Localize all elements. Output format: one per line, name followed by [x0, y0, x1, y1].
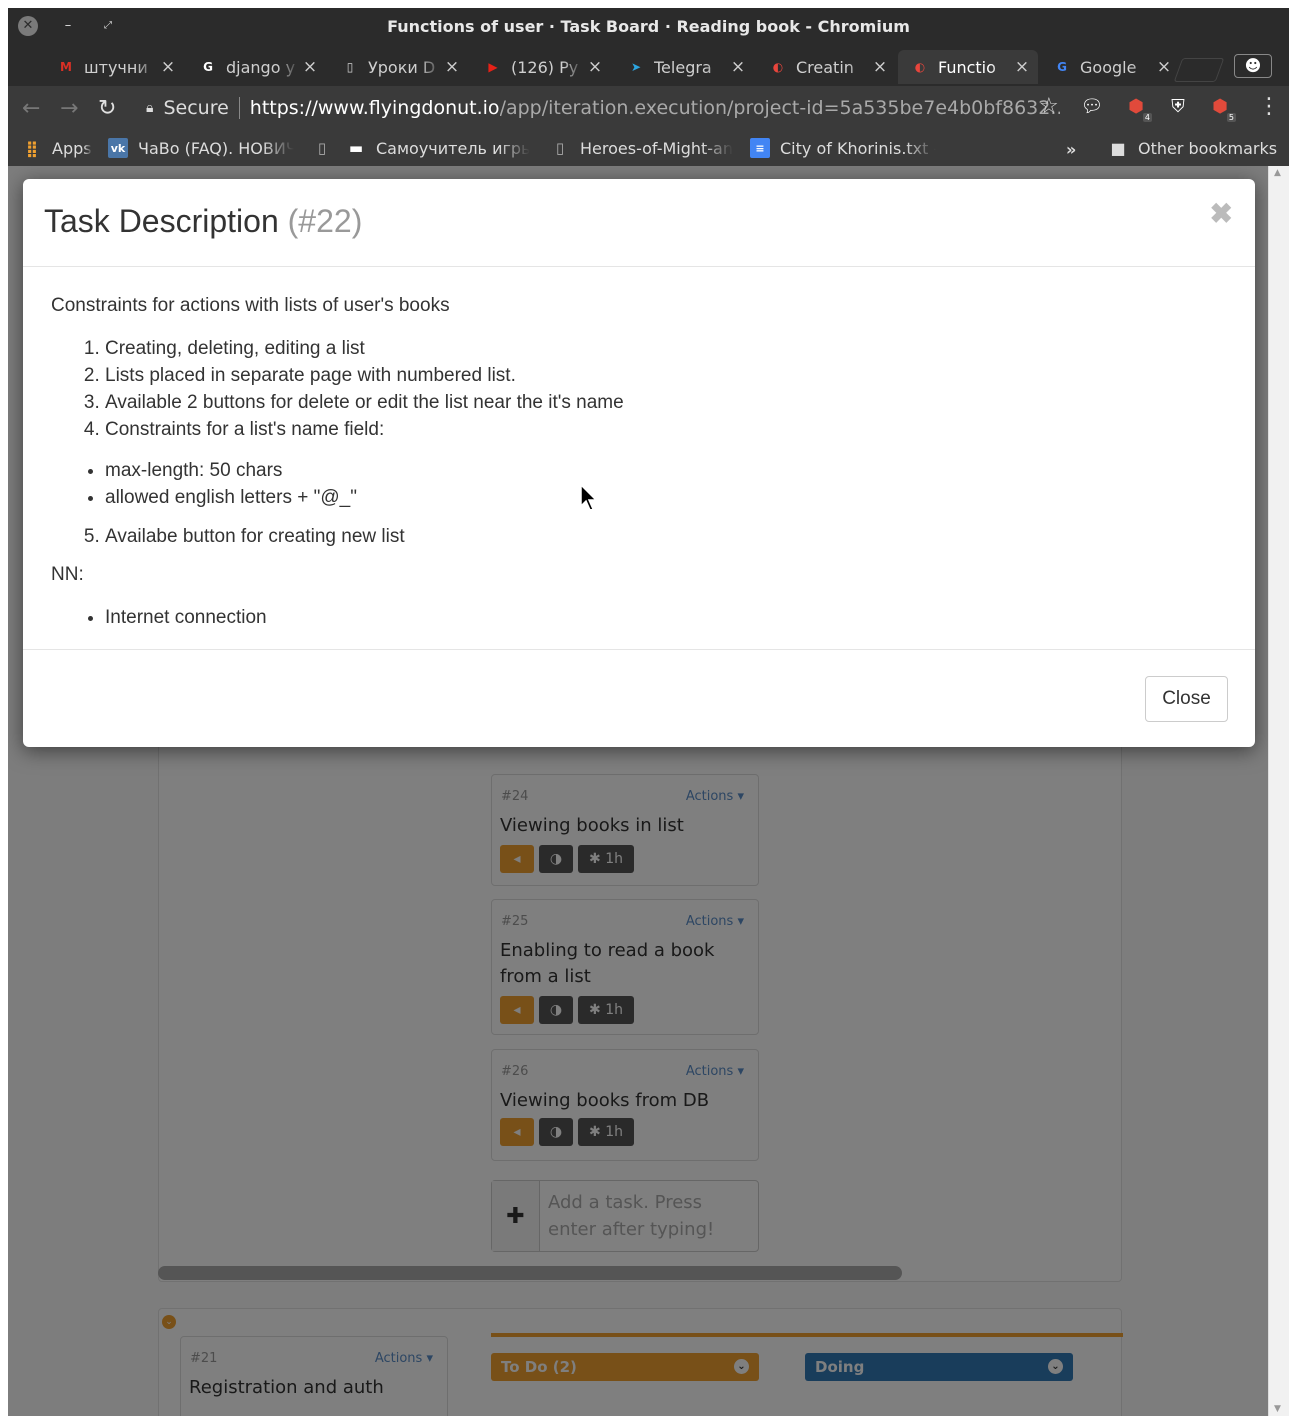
bookmarks-bar: ⣿ Apps vk ЧаВо (FAQ). НОВИЧ ▯ ▬ Самоучит…: [8, 130, 1289, 166]
close-icon[interactable]: ✖: [1210, 197, 1233, 230]
list-item: Internet connection: [105, 604, 1231, 631]
folder-icon: ■: [1110, 138, 1126, 158]
vk-icon: vk: [108, 138, 128, 158]
tab-close-icon[interactable]: ×: [1154, 57, 1174, 77]
bookmark-faq[interactable]: vk ЧаВо (FAQ). НОВИЧ: [108, 136, 294, 160]
telegram-icon: ➤: [630, 60, 642, 74]
tab-label: Уроки D: [368, 57, 436, 77]
new-tab-button[interactable]: [1173, 58, 1225, 82]
youtube-icon: ▶: [488, 60, 498, 74]
tab[interactable]: G Google ×: [1040, 50, 1180, 84]
google-translate-icon: G: [1057, 60, 1067, 74]
title-bar: ✕ – ⤢ Functions of user · Task Board · R…: [8, 8, 1289, 46]
browser-toolbar: ← → ↻ 🔒︎ Secure https://www.flyingdonut.…: [8, 86, 1289, 130]
shield-extension-icon[interactable]: ⛨: [1166, 96, 1190, 120]
task-number: (#22): [287, 203, 363, 239]
browser-chrome: ✕ – ⤢ Functions of user · Task Board · R…: [8, 8, 1289, 166]
scroll-up-icon[interactable]: ▲: [1274, 168, 1281, 178]
list-item: allowed english letters + "@_": [105, 484, 1231, 511]
reload-icon[interactable]: ↻: [98, 96, 116, 121]
page-icon: ▯: [317, 139, 327, 157]
tab-close-icon[interactable]: ×: [300, 57, 320, 77]
bookmark-star-icon[interactable]: ☆: [1039, 94, 1059, 119]
bookmark-heroes[interactable]: ▯ Heroes-of-Might-an: [550, 136, 733, 160]
tab-label: (126) Py: [511, 57, 579, 77]
modal-title: Task Description (#22): [44, 203, 363, 239]
modal-footer: Close: [23, 649, 1255, 747]
bookmark-tutorial[interactable]: ▬ Самоучитель игры: [346, 136, 530, 160]
ublock-extension-icon[interactable]: ⬢ 5: [1208, 96, 1236, 122]
list-item: Creating, deleting, editing a list: [105, 335, 1231, 362]
tab-label: django у: [226, 57, 296, 77]
vertical-scrollbar[interactable]: ▲ ▼: [1268, 166, 1289, 1416]
chat-extension-icon[interactable]: 💬︎: [1080, 96, 1104, 120]
page-icon: ▯: [555, 139, 565, 157]
forward-arrow-icon[interactable]: →: [60, 96, 78, 121]
apps-grid-icon: ⣿: [25, 138, 39, 158]
list-item: Lists placed in separate page with numbe…: [105, 362, 1231, 389]
page-icon: ▯: [346, 60, 354, 74]
constraints-list-continued: Availabe button for creating new list: [51, 523, 1231, 550]
list-item: max-length: 50 chars: [105, 457, 1231, 484]
description-intro: Constraints for actions with lists of us…: [51, 295, 450, 316]
bookmark-apps[interactable]: ⣿ Apps: [22, 136, 92, 160]
doc-icon: ≡: [750, 138, 770, 158]
tab[interactable]: ▶ (126) Py ×: [471, 50, 611, 84]
modal-body: Constraints for actions with lists of us…: [51, 295, 1231, 643]
nn-label: NN:: [51, 564, 84, 585]
tab-close-icon[interactable]: ×: [870, 57, 890, 77]
list-item: Available 2 buttons for delete or edit t…: [105, 389, 1231, 416]
list-item: Constraints for a list's name field:: [105, 416, 1231, 443]
close-button[interactable]: Close: [1145, 676, 1228, 722]
tab-close-icon[interactable]: ×: [158, 57, 178, 77]
tab[interactable]: ➤ Telegra ×: [614, 50, 754, 84]
tab[interactable]: ◐ Functio ×: [898, 50, 1038, 84]
task-board-page: #24 Actions ▾ Viewing books in list ◂ ◑ …: [8, 166, 1268, 1416]
secure-label: Secure: [163, 97, 229, 119]
tab[interactable]: Gdjango у ×: [186, 50, 326, 84]
modal-header: Task Description (#22) ✖: [23, 179, 1255, 267]
flyingdonut-icon: ◐: [772, 60, 784, 74]
tab-close-icon[interactable]: ×: [1012, 57, 1032, 77]
tab[interactable]: ◐ Creatin ×: [756, 50, 896, 84]
menu-kebab-icon[interactable]: ⋮: [1258, 94, 1280, 119]
tab-label: Google: [1080, 57, 1137, 77]
bookmark-untitled[interactable]: ▯: [312, 136, 342, 160]
mouse-cursor-icon: [580, 484, 598, 511]
extension-badge: 5: [1226, 113, 1236, 122]
url-path: /app/iteration.execution/project-id=5a53…: [499, 97, 1060, 119]
constraints-list: Creating, deleting, editing a list Lists…: [51, 335, 1231, 443]
url-host: https://www.flyingdonut.io: [249, 97, 500, 119]
tab-close-icon[interactable]: ×: [442, 57, 462, 77]
nn-list: Internet connection: [51, 604, 1231, 631]
flyingdonut-icon: ◐: [914, 60, 926, 74]
task-description-modal: Task Description (#22) ✖ Constraints for…: [23, 179, 1255, 747]
lock-icon: 🔒︎: [146, 100, 154, 116]
extension-badge: 4: [1142, 113, 1152, 122]
tab-label: штучни: [84, 57, 148, 77]
tab-close-icon[interactable]: ×: [585, 57, 605, 77]
tab-label: Creatin: [796, 57, 854, 77]
gmail-icon: M: [60, 60, 72, 74]
profile-icon[interactable]: ☻: [1234, 54, 1272, 78]
back-arrow-icon[interactable]: ←: [22, 96, 40, 121]
bookmark-khorinis[interactable]: ≡ City of Khorinis.txt -: [750, 136, 936, 160]
keyboard-icon: ▬: [348, 139, 364, 157]
tab-close-icon[interactable]: ×: [728, 57, 748, 77]
scroll-down-icon[interactable]: ▼: [1274, 1404, 1281, 1414]
list-item: Availabe button for creating new list: [105, 523, 1231, 550]
bookmarks-overflow-icon[interactable]: »: [1066, 140, 1076, 159]
tab[interactable]: ▯ Уроки D ×: [328, 50, 468, 84]
tab[interactable]: Mштучни ×: [44, 50, 184, 84]
adblock-extension-icon[interactable]: ⬢ 4: [1124, 96, 1152, 122]
address-separator: [238, 97, 240, 119]
tab-label: Telegra: [654, 57, 712, 77]
other-bookmarks[interactable]: ■ Other bookmarks: [1108, 136, 1277, 160]
tab-strip: Mштучни × Gdjango у × ▯ Уроки D × ▶ (126) Py × ➤ Te…: [8, 46, 1289, 86]
tab-label: Functio: [938, 57, 996, 77]
name-field-constraints: max-length: 50 chars allowed english let…: [51, 457, 1231, 511]
address-bar[interactable]: 🔒︎ Secure https://www.flyingdonut.io /ap…: [134, 92, 1064, 124]
window-title: Functions of user · Task Board · Reading…: [387, 17, 910, 36]
google-icon: G: [203, 60, 213, 74]
